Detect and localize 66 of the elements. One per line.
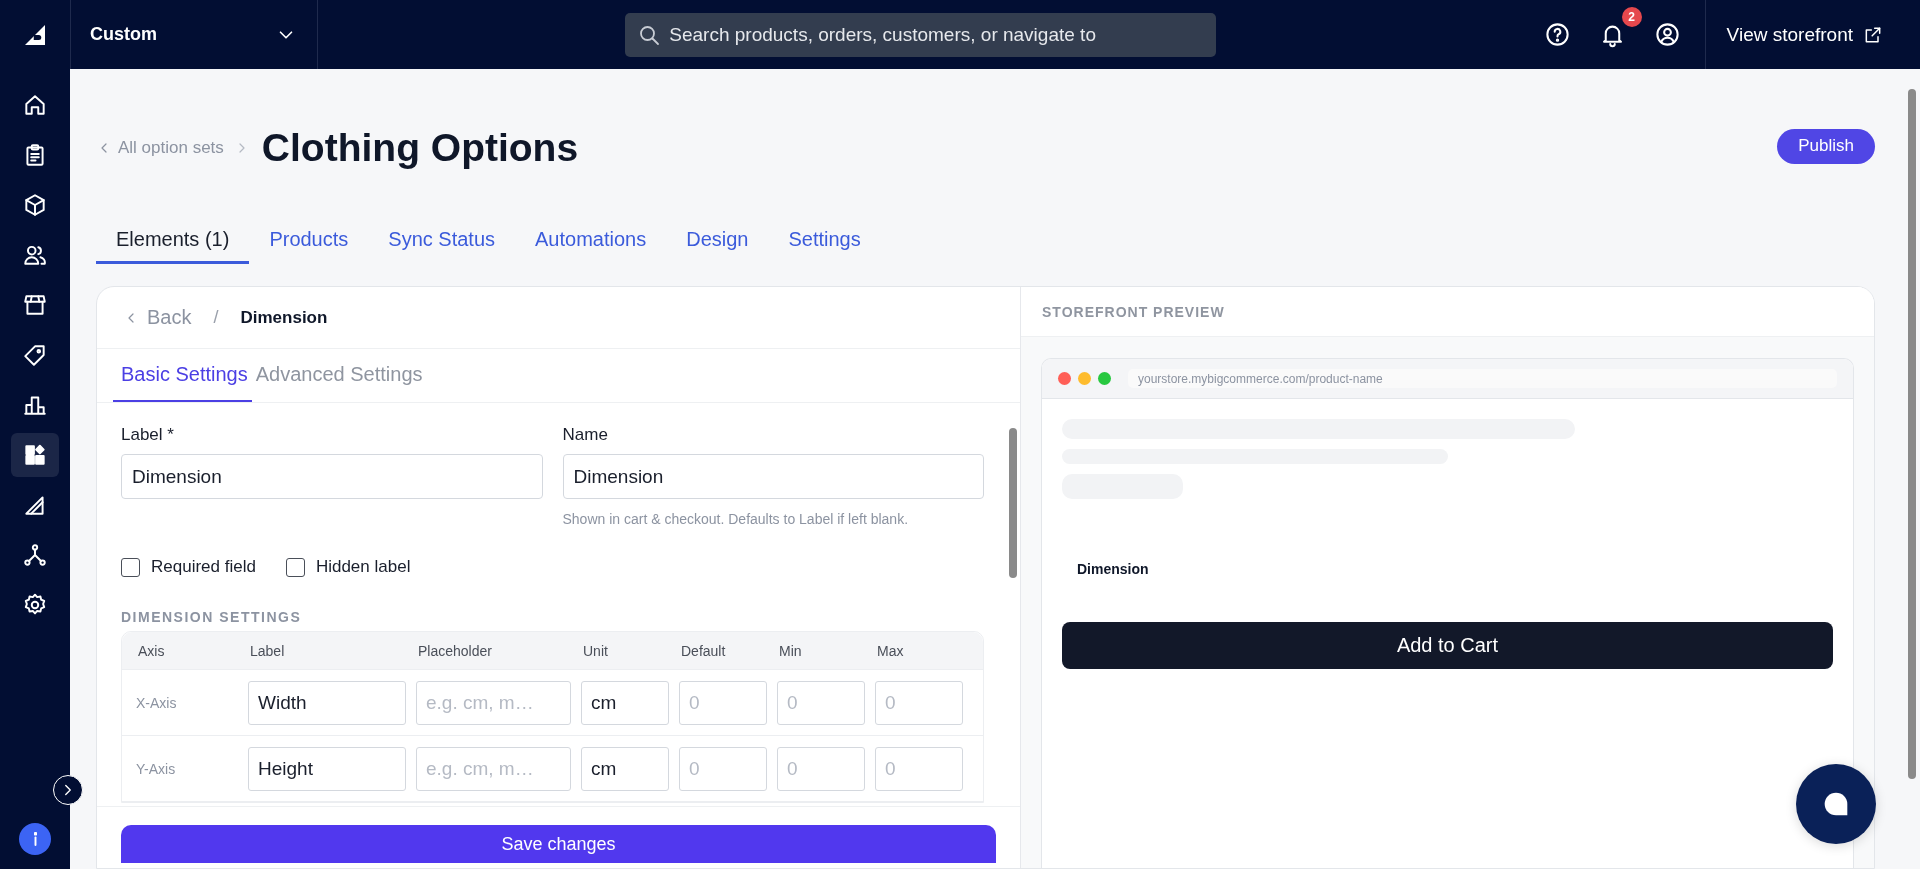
text-field[interactable]: 0 [777, 746, 865, 791]
tab[interactable]: Settings [768, 218, 881, 264]
text-field[interactable]: Height [248, 746, 406, 791]
panel-title: STOREFRONT PREVIEW [1021, 287, 1874, 337]
column-header: Label [249, 642, 286, 659]
tab[interactable]: Elements (1) [96, 218, 250, 264]
view-storefront-link[interactable]: View storefront [1704, 0, 1920, 69]
text-field[interactable]: 0 [679, 746, 767, 791]
tab[interactable]: Products [249, 218, 369, 264]
checkbox[interactable] [121, 557, 140, 577]
option-label: Dimension [1077, 561, 1149, 577]
cube-icon [22, 192, 48, 218]
column-header: Min [778, 642, 803, 659]
address-bar: yourstore.mybigcommerce.com/product-name [1128, 369, 1837, 388]
info-icon [33, 832, 37, 846]
page-title: Clothing Options [261, 126, 579, 170]
network-icon [22, 542, 48, 568]
notification-count: 2 [1621, 7, 1642, 27]
tab[interactable]: Sync Status [368, 218, 516, 264]
column-header: Placeholder [417, 642, 493, 659]
info-button[interactable] [19, 823, 51, 855]
settings-tab[interactable]: Basic Settings [113, 349, 252, 402]
section-title: DIMENSION SETTINGS [121, 609, 303, 625]
table-cell-text: X-Axis [136, 694, 178, 711]
column-header: Max [876, 642, 905, 659]
column-header: Default [680, 642, 727, 659]
add-to-cart-button[interactable]: Add to Cart [1062, 622, 1833, 669]
text-field[interactable]: Dimension [562, 454, 984, 499]
tab[interactable]: Design [666, 218, 769, 264]
apps-icon [22, 442, 48, 468]
window-control-icon [1098, 372, 1111, 385]
publish-button[interactable]: Publish [1777, 128, 1875, 164]
text-field[interactable]: e.g. cm, m… [416, 746, 571, 791]
table-cell-text: Y-Axis [136, 760, 177, 777]
tag-icon [22, 342, 48, 368]
save-button[interactable]: Save changes [121, 825, 996, 863]
store-icon [22, 292, 48, 318]
checkbox-label: Required field [151, 557, 256, 577]
help-icon[interactable] [1543, 21, 1571, 48]
text-field[interactable]: 0 [679, 680, 767, 725]
home-icon [22, 92, 48, 118]
text-field[interactable]: Width [248, 680, 406, 725]
text-field[interactable]: e.g. cm, m… [416, 680, 571, 725]
search-field[interactable]: Search products, orders, customers, or navigate to [625, 12, 1217, 57]
field-label: Name [562, 425, 609, 445]
sidebar-item[interactable] [11, 433, 59, 477]
tab[interactable]: Automations [515, 218, 667, 264]
checkbox-label: Hidden label [315, 557, 411, 577]
store-switcher[interactable]: Custom [70, 0, 318, 69]
text-field[interactable]: 0 [777, 680, 865, 725]
breadcrumb-separator: / [213, 307, 219, 328]
helper-text: Shown in cart & checkout. Defaults to Label if left blank. [562, 511, 910, 527]
window-control-icon [1058, 372, 1071, 385]
column-header: Axis [137, 642, 166, 659]
field-label: Label * [121, 425, 175, 445]
expand-button[interactable] [53, 775, 83, 805]
text-field[interactable]: 0 [875, 680, 963, 725]
text-field[interactable]: Dimension [121, 454, 543, 499]
breadcrumb-current: Dimension [240, 307, 328, 328]
text-field[interactable]: cm [581, 746, 669, 791]
user-icon[interactable] [1653, 21, 1681, 48]
column-header: Unit [582, 642, 609, 659]
window-control-icon [1078, 372, 1091, 385]
checkbox[interactable] [285, 557, 305, 577]
text-field[interactable]: cm [581, 680, 669, 725]
text-field[interactable]: 0 [875, 746, 963, 791]
